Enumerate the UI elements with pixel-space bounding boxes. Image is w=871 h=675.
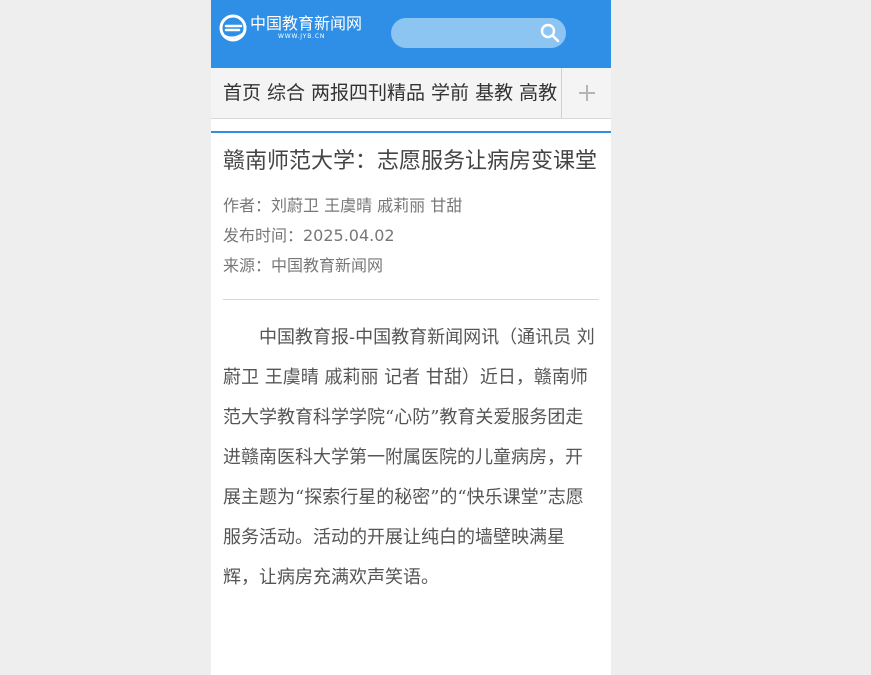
header-gap	[211, 119, 611, 133]
header-bar: 中国教育新闻网 WWW.JYB.CN	[211, 0, 611, 68]
article-date: 发布时间：2025.04.02	[223, 226, 395, 245]
nav-item[interactable]: 学前	[431, 68, 469, 118]
search-icon[interactable]	[540, 23, 560, 43]
article: 赣南师范大学：志愿服务让病房变课堂 作者：刘蔚卫 王虞晴 戚莉丽 甘甜 发布时间…	[211, 147, 611, 598]
nav-item[interactable]: 两报四刊精品	[311, 68, 425, 118]
nav-item[interactable]: 首页	[223, 68, 261, 118]
logo-title: 中国教育新闻网	[250, 14, 363, 33]
channel-nav: 首页 综合 两报四刊精品 学前 基教 高教	[211, 68, 611, 119]
nav-item[interactable]: 综合	[267, 68, 305, 118]
divider	[223, 299, 599, 300]
article-body: 中国教育报-中国教育新闻网讯（通讯员 刘蔚卫 王虞晴 戚莉丽 记者 甘甜）近日，…	[223, 327, 595, 588]
nav-items: 首页 综合 两报四刊精品 学前 基教 高教	[223, 68, 561, 118]
mobile-page: 中国教育新闻网 WWW.JYB.CN 首页 综合 两报四刊精品 学前 基教 高教 赣南师范…	[211, 0, 611, 675]
article-title: 赣南师范大学：志愿服务让病房变课堂	[223, 149, 598, 174]
logo-mark-icon	[219, 14, 247, 42]
article-author: 作者：刘蔚卫 王虞晴 戚莉丽 甘甜	[223, 196, 463, 215]
logo-url: WWW.JYB.CN	[278, 33, 326, 40]
plus-icon	[578, 85, 595, 101]
article-source: 来源：中国教育新闻网	[223, 256, 384, 275]
article-meta: 作者：刘蔚卫 王虞晴 戚莉丽 甘甜 发布时间：2025.04.02 来源：中国教…	[223, 191, 599, 281]
nav-item[interactable]: 基教	[475, 68, 513, 118]
site-logo[interactable]: 中国教育新闻网 WWW.JYB.CN	[219, 14, 362, 42]
nav-item[interactable]: 高教	[519, 68, 557, 118]
add-channel-button[interactable]	[561, 68, 611, 118]
